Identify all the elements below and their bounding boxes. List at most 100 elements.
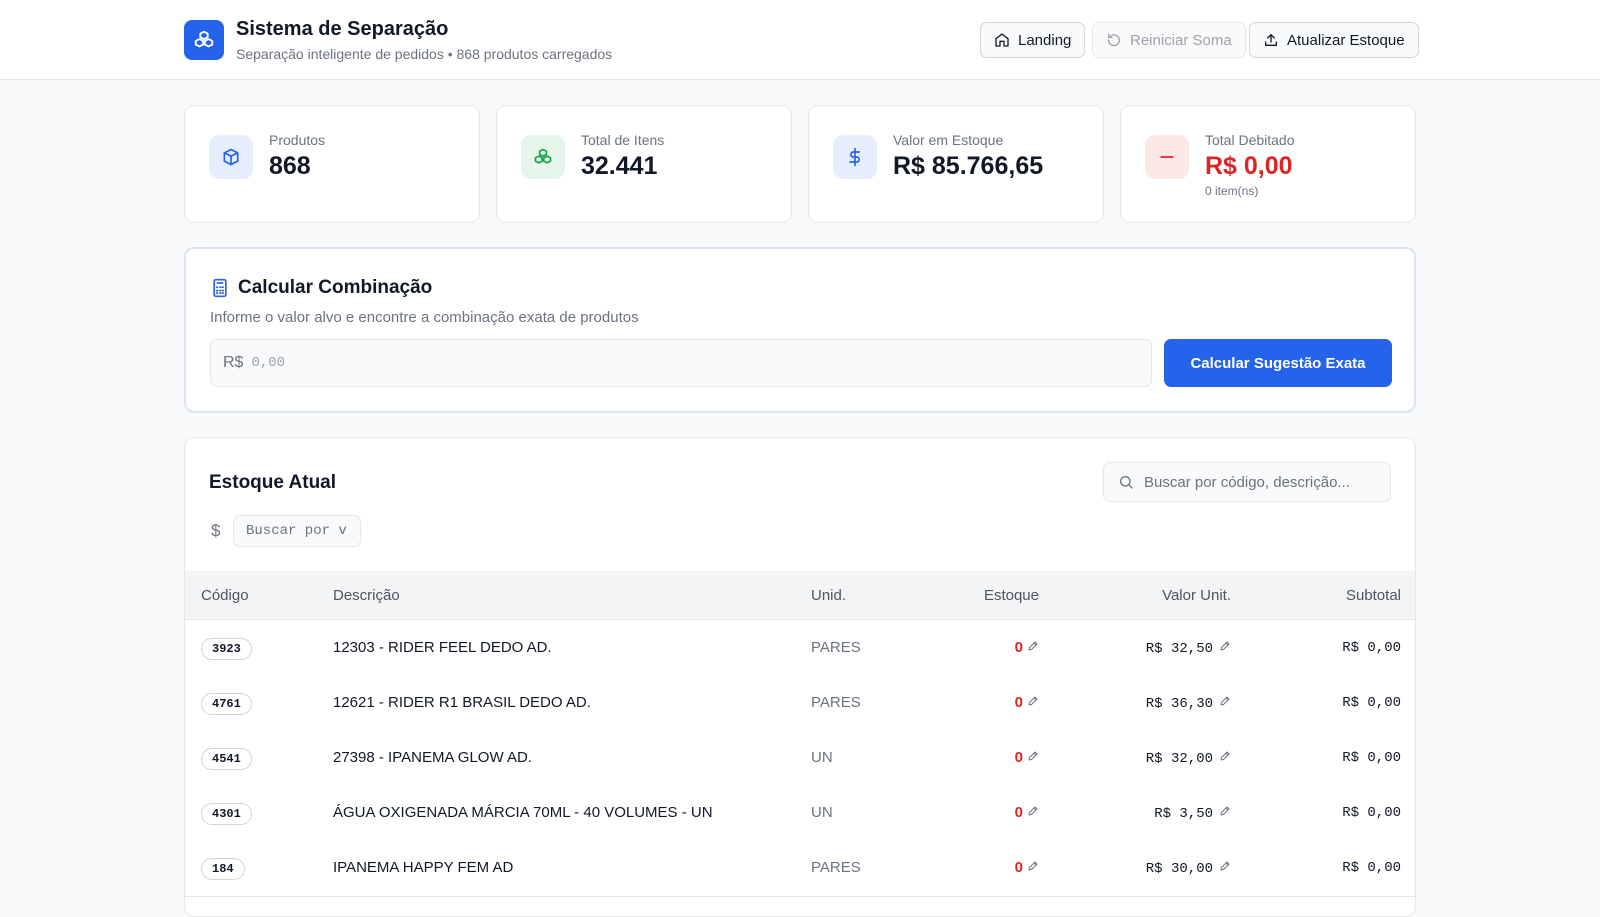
stock-value: 0	[1014, 694, 1023, 711]
stat-value: 868	[269, 152, 311, 180]
col-subtotal[interactable]: Subtotal	[1346, 587, 1401, 604]
stock-title: Estoque Atual	[209, 472, 337, 493]
dollar-icon	[833, 135, 877, 179]
table-row[interactable]: 4541 27398 - IPANEMA GLOW AD. UN 0 R$ 32,00 R…	[185, 731, 1415, 787]
subtotal-value: R$ 0,00	[1342, 860, 1401, 876]
product-unit: PARES	[811, 694, 861, 711]
col-description[interactable]: Descrição	[333, 587, 400, 604]
currency-prefix: R$	[223, 354, 244, 371]
table-header: Código Descrição Unid. Estoque Valor Uni…	[185, 571, 1415, 620]
stock-value: 0	[1014, 749, 1023, 766]
calc-title: Calcular Combinação	[210, 277, 432, 299]
unit-price-value: R$ 32,50	[1145, 640, 1213, 657]
calc-description: Informe o valor alvo e encontre a combin…	[210, 309, 639, 326]
stat-card-products: Produtos 868	[184, 105, 480, 223]
edit-price-icon[interactable]	[1219, 750, 1231, 767]
subtotal-value: R$ 0,00	[1342, 695, 1401, 711]
unit-price-value: R$ 3,50	[1154, 805, 1213, 822]
target-value-placeholder: 0,00	[251, 355, 286, 371]
product-code-badge: 184	[201, 858, 245, 880]
stock-cell: 0	[1015, 749, 1039, 766]
stock-cell: 0	[1015, 859, 1039, 876]
minus-icon	[1145, 135, 1189, 179]
calculate-button[interactable]: Calcular Sugestão Exata	[1164, 339, 1392, 387]
boxes-icon	[521, 135, 565, 179]
table-row[interactable]: 4761 12621 - RIDER R1 BRASIL DEDO AD. PARE…	[185, 676, 1415, 732]
product-description: IPANEMA HAPPY FEM AD	[333, 859, 514, 876]
col-unit-price[interactable]: Valor Unit.	[1162, 587, 1231, 604]
search-placeholder: Buscar por código, descrição...	[1144, 473, 1350, 491]
unit-price-cell: R$ 32,00	[1146, 750, 1231, 767]
search-icon	[1120, 476, 1133, 489]
subtotal-value: R$ 0,00	[1342, 750, 1401, 766]
product-unit: UN	[811, 749, 833, 766]
stock-value: 0	[1014, 639, 1023, 656]
edit-stock-icon[interactable]	[1027, 694, 1039, 711]
edit-stock-icon[interactable]	[1027, 749, 1039, 766]
landing-button[interactable]: Landing	[980, 22, 1086, 58]
product-unit: UN	[811, 804, 833, 821]
product-code-badge: 4761	[201, 693, 252, 715]
product-code-badge: 4301	[201, 803, 252, 825]
stat-value: 32.441	[581, 152, 658, 180]
table-row[interactable]: 3923 12303 - RIDER FEEL DEDO AD. PARES 0 R$ …	[185, 621, 1415, 677]
product-unit: PARES	[811, 859, 861, 876]
value-search-input[interactable]: Buscar por v	[233, 515, 361, 547]
stock-cell: 0	[1015, 694, 1039, 711]
landing-button-label: Landing	[1018, 31, 1072, 49]
edit-stock-icon[interactable]	[1027, 859, 1039, 876]
table-row[interactable]: 184 IPANEMA HAPPY FEM AD PARES 0 R$ 30,00 R$ …	[185, 841, 1415, 897]
calc-title-text: Calcular Combinação	[238, 277, 433, 298]
edit-price-icon[interactable]	[1219, 640, 1231, 657]
col-unit[interactable]: Unid.	[811, 587, 846, 604]
product-description: 12621 - RIDER R1 BRASIL DEDO AD.	[333, 694, 591, 711]
stat-label: Total Debitado	[1205, 132, 1295, 148]
unit-price-cell: R$ 30,00	[1146, 860, 1231, 877]
unit-price-value: R$ 32,00	[1145, 750, 1213, 767]
unit-price-cell: R$ 3,50	[1154, 805, 1231, 822]
reset-sum-button[interactable]: Reiniciar Soma	[1092, 22, 1246, 58]
edit-stock-icon[interactable]	[1027, 804, 1039, 821]
stat-value: R$ 0,00	[1205, 152, 1293, 180]
unit-price-value: R$ 30,00	[1145, 860, 1213, 877]
unit-price-value: R$ 36,30	[1145, 695, 1213, 712]
cube-icon	[209, 135, 253, 179]
table-row[interactable]: 4301 ÁGUA OXIGENADA MÁRCIA 70ML - 40 VOLU…	[185, 786, 1415, 842]
boxes-icon	[194, 30, 214, 48]
calculator-icon	[213, 278, 227, 298]
top-bar: Sistema de Separação Separação inteligen…	[0, 0, 1600, 80]
edit-price-icon[interactable]	[1219, 805, 1231, 822]
stock-panel: Estoque Atual Buscar por código, descriç…	[184, 437, 1416, 917]
stat-subtext: 0 item(ns)	[1205, 184, 1259, 198]
subtotal-value: R$ 0,00	[1342, 805, 1401, 821]
update-stock-button[interactable]: Atualizar Estoque	[1249, 22, 1419, 58]
product-description: 27398 - IPANEMA GLOW AD.	[333, 749, 532, 766]
stat-label: Valor em Estoque	[893, 132, 1004, 148]
stock-cell: 0	[1015, 804, 1039, 821]
col-code[interactable]: Código	[201, 587, 249, 604]
product-code-badge: 3923	[201, 638, 252, 660]
edit-price-icon[interactable]	[1219, 860, 1231, 877]
app-title: Sistema de Separação	[236, 18, 449, 40]
stat-value: R$ 85.766,65	[893, 152, 1044, 180]
stat-label: Total de Itens	[581, 132, 665, 148]
upload-icon	[1265, 34, 1277, 46]
app-logo	[184, 20, 224, 60]
stat-card-total-items: Total de Itens 32.441	[496, 105, 792, 223]
stat-card-total-debited: Total Debitado R$ 0,00 0 item(ns)	[1120, 105, 1416, 223]
stock-value: 0	[1014, 859, 1023, 876]
col-stock[interactable]: Estoque	[984, 587, 1039, 604]
edit-price-icon[interactable]	[1219, 695, 1231, 712]
search-input[interactable]: Buscar por código, descrição...	[1103, 462, 1391, 502]
edit-stock-icon[interactable]	[1027, 639, 1039, 656]
product-code-badge: 4541	[201, 748, 252, 770]
stat-label: Produtos	[269, 132, 326, 148]
update-stock-button-label: Atualizar Estoque	[1287, 31, 1405, 49]
unit-price-cell: R$ 36,30	[1146, 695, 1231, 712]
target-value-input[interactable]: R$ 0,00	[210, 339, 1152, 387]
dollar-icon: $	[211, 521, 221, 540]
stock-value: 0	[1014, 804, 1023, 821]
product-description: 12303 - RIDER FEEL DEDO AD.	[333, 639, 552, 656]
stat-card-stock-value: Valor em Estoque R$ 85.766,65	[808, 105, 1104, 223]
app-subtitle: Separação inteligente de pedidos • 868 p…	[236, 46, 613, 62]
